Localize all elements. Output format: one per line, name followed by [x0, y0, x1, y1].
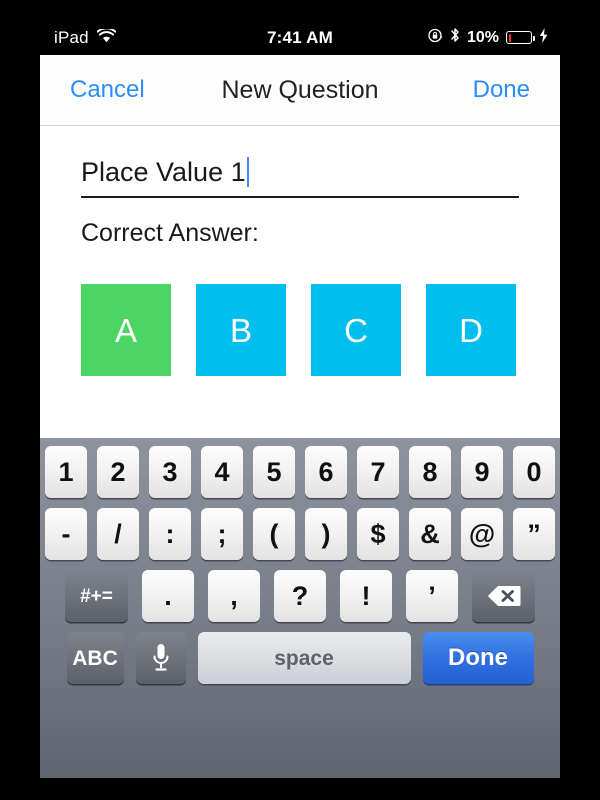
status-bar-right: 10%	[428, 27, 548, 48]
keyboard-row-numbers: 1 2 3 4 5 6 7 8 9 0	[40, 446, 560, 498]
key-abc-switch[interactable]: ABC	[66, 632, 124, 684]
text-cursor	[246, 157, 250, 187]
battery-percent-label: 10%	[466, 28, 499, 46]
key-1[interactable]: 1	[45, 446, 87, 498]
key-ampersand[interactable]: &	[409, 508, 451, 560]
answer-option-a[interactable]: A	[81, 284, 171, 376]
delete-backspace-icon	[487, 584, 521, 608]
space-key[interactable]: space	[197, 632, 411, 684]
status-bar: iPad 7:41 AM 10%	[40, 20, 560, 55]
lightning-bolt-icon	[539, 27, 548, 48]
keyboard-done-key[interactable]: Done	[422, 632, 534, 684]
key-at[interactable]: @	[461, 508, 503, 560]
key-hyphen[interactable]: -	[45, 508, 87, 560]
key-3[interactable]: 3	[149, 446, 191, 498]
key-left-paren[interactable]: (	[253, 508, 295, 560]
form-content: Place Value 1 Correct Answer: A B C D	[40, 126, 560, 438]
keyboard-row-bottom: ABC space Done	[40, 632, 560, 684]
answer-choice-group: A B C D	[81, 284, 516, 376]
key-colon[interactable]: :	[149, 508, 191, 560]
question-title-field-wrapper: Place Value 1	[81, 152, 519, 198]
key-comma[interactable]: ,	[208, 570, 260, 622]
key-semicolon[interactable]: ;	[201, 508, 243, 560]
key-symbols-modifier[interactable]: #+=	[65, 570, 128, 622]
answer-option-d[interactable]: D	[426, 284, 516, 376]
delete-backspace-key[interactable]	[472, 570, 535, 622]
rotation-lock-icon	[428, 28, 443, 48]
keyboard-row-symbols: - / : ; ( ) $ & @ ”	[40, 508, 560, 560]
keyboard-row-punctuation: #+= . , ? ! ’	[40, 570, 560, 622]
done-button[interactable]: Done	[473, 76, 530, 104]
key-exclamation-mark[interactable]: !	[340, 570, 392, 622]
battery-level-fill	[508, 33, 512, 42]
key-0[interactable]: 0	[513, 446, 555, 498]
battery-icon	[506, 31, 535, 44]
key-8[interactable]: 8	[409, 446, 451, 498]
on-screen-keyboard: 1 2 3 4 5 6 7 8 9 0 - / : ; ( ) $ & @ ” …	[40, 438, 560, 778]
key-right-paren[interactable]: )	[305, 508, 347, 560]
key-slash[interactable]: /	[97, 508, 139, 560]
navigation-bar: Cancel New Question Done	[40, 55, 560, 126]
key-9[interactable]: 9	[461, 446, 503, 498]
correct-answer-label: Correct Answer:	[81, 219, 259, 247]
key-6[interactable]: 6	[305, 446, 347, 498]
key-period[interactable]: .	[142, 570, 194, 622]
microphone-icon	[151, 642, 171, 674]
key-2[interactable]: 2	[97, 446, 139, 498]
key-4[interactable]: 4	[201, 446, 243, 498]
answer-option-b[interactable]: B	[196, 284, 286, 376]
ipad-device-frame: iPad 7:41 AM 10% Cancel New Question Don…	[0, 0, 600, 800]
key-dollar[interactable]: $	[357, 508, 399, 560]
key-5[interactable]: 5	[253, 446, 295, 498]
bluetooth-icon	[450, 27, 460, 48]
field-underline	[81, 196, 519, 198]
key-7[interactable]: 7	[357, 446, 399, 498]
answer-option-c[interactable]: C	[311, 284, 401, 376]
key-apostrophe[interactable]: ’	[406, 570, 458, 622]
key-question-mark[interactable]: ?	[274, 570, 326, 622]
key-double-quote[interactable]: ”	[513, 508, 555, 560]
question-title-input[interactable]: Place Value 1	[81, 152, 519, 192]
question-title-value: Place Value 1	[81, 156, 246, 187]
screen: iPad 7:41 AM 10% Cancel New Question Don…	[40, 20, 560, 778]
dictation-key[interactable]	[135, 632, 186, 684]
